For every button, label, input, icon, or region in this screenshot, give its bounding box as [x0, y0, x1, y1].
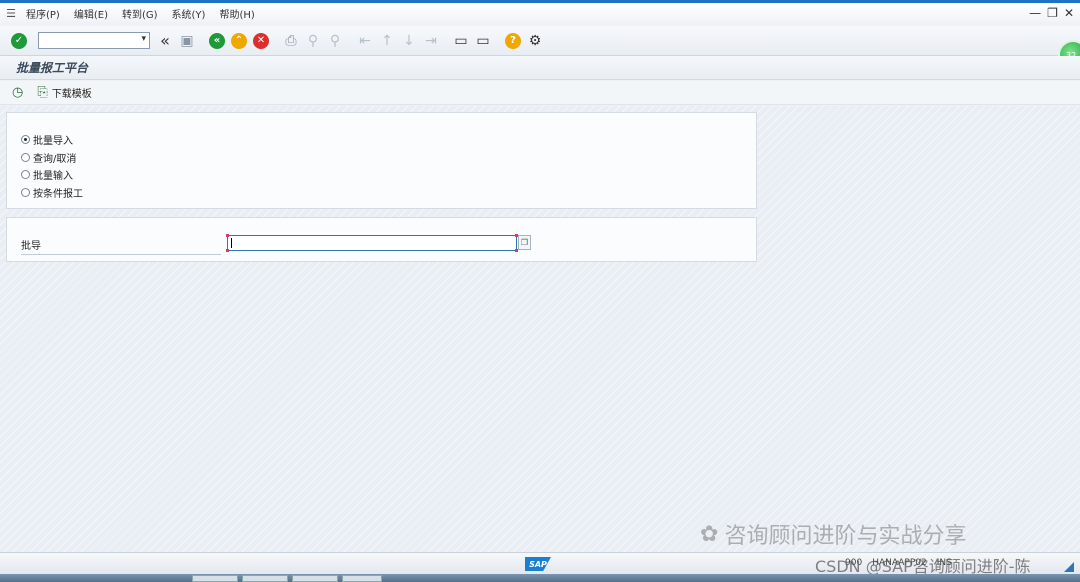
- menu-program[interactable]: 程序(P): [26, 6, 60, 21]
- menu-bar: ☰ 程序(P) 编辑(E) 转到(G) 系统(Y) 帮助(H) — ❐ ✕: [0, 0, 1080, 24]
- radio-label: 批量输入: [33, 171, 73, 183]
- title-bar: 批量报工平台: [0, 56, 1080, 80]
- radio-label: 按条件报工: [33, 188, 83, 200]
- customize-layout-icon: ⚙: [528, 32, 542, 49]
- radio-batch-input[interactable]: 批量输入: [21, 166, 756, 184]
- watermark: ✿ 咨询顾问进阶与实战分享: [700, 518, 966, 550]
- find-next-icon: ⚲: [329, 32, 341, 49]
- save-button[interactable]: ▣: [178, 32, 196, 50]
- cancel-icon: ✕: [253, 32, 269, 49]
- page-title: 批量报工平台: [16, 61, 89, 75]
- work-area: 批量导入 查询/取消 批量输入 按条件报工 批导 ❐: [0, 106, 1080, 552]
- help-icon: ?: [505, 32, 521, 49]
- standard-toolbar: ✓ ▾ « ▣ « ⌃ ✕ ⎙ ⚲ ⚲ ⇤ ↑ ↓ ⇥ ▭ ▭ ? ⚙: [0, 26, 1080, 56]
- exit-button[interactable]: ⌃: [230, 32, 248, 50]
- options-panel: 批量导入 查询/取消 批量输入 按条件报工: [6, 112, 757, 209]
- radio-icon[interactable]: [21, 170, 30, 180]
- shortcut-icon: ▭: [476, 32, 490, 49]
- window-controls: — ❐ ✕: [1029, 6, 1074, 20]
- taskbar-item[interactable]: [292, 575, 338, 582]
- system-menu-icon[interactable]: ☰: [0, 7, 22, 20]
- export-icon: ⎘: [37, 85, 48, 100]
- next-page-icon: ↓: [403, 32, 415, 49]
- last-page-button[interactable]: ⇥: [422, 32, 440, 50]
- find-button[interactable]: ⚲: [304, 32, 322, 50]
- find-next-button[interactable]: ⚲: [326, 32, 344, 50]
- back-button[interactable]: «: [208, 32, 226, 50]
- menu-goto[interactable]: 转到(G): [122, 6, 158, 21]
- save-icon: ▣: [180, 32, 194, 49]
- download-template-label: 下载模板: [51, 89, 92, 100]
- taskbar-item[interactable]: [242, 575, 288, 582]
- taskbar-item[interactable]: [192, 575, 238, 582]
- execute-button[interactable]: ◷: [12, 85, 27, 100]
- radio-icon[interactable]: [21, 187, 30, 197]
- batch-file-input[interactable]: [227, 235, 517, 251]
- chevron-down-icon[interactable]: ▾: [141, 34, 146, 44]
- radio-batch-import[interactable]: 批量导入: [21, 131, 756, 149]
- cancel-button[interactable]: ✕: [252, 32, 270, 50]
- menu-help[interactable]: 帮助(H): [219, 6, 254, 21]
- radio-report-by-condition[interactable]: 按条件报工: [21, 184, 756, 202]
- radio-icon[interactable]: [21, 135, 30, 145]
- radio-query-cancel[interactable]: 查询/取消: [21, 149, 756, 167]
- application-toolbar: ◷ ⎘ 下载模板: [0, 81, 1080, 105]
- text-cursor: [231, 238, 232, 248]
- restore-icon[interactable]: ❐: [1047, 6, 1058, 20]
- execute-clock-icon: ◷: [12, 85, 24, 100]
- radio-label: 查询/取消: [33, 153, 77, 165]
- os-taskbar: [0, 574, 1080, 582]
- close-icon[interactable]: ✕: [1064, 6, 1074, 20]
- create-session-button[interactable]: ▭: [452, 32, 470, 50]
- find-icon: ⚲: [307, 32, 319, 49]
- radio-icon[interactable]: [21, 152, 30, 162]
- taskbar-item[interactable]: [342, 575, 382, 582]
- watermark-text: 咨询顾问进阶与实战分享: [724, 524, 967, 549]
- prev-page-icon: ↑: [381, 32, 393, 49]
- enter-icon: ✓: [11, 32, 27, 49]
- first-page-button[interactable]: ⇤: [356, 32, 374, 50]
- value-help-icon: ❐: [520, 238, 529, 247]
- radio-label: 批量导入: [33, 136, 73, 148]
- help-button[interactable]: ?: [504, 32, 522, 50]
- shortcut-button[interactable]: ▭: [474, 32, 492, 50]
- value-help-button[interactable]: ❐: [518, 235, 531, 250]
- collapse-command-button[interactable]: «: [156, 31, 174, 50]
- last-page-icon: ⇥: [425, 32, 437, 49]
- focus-corner: [226, 234, 229, 237]
- exit-icon: ⌃: [231, 32, 247, 49]
- minimize-icon[interactable]: —: [1029, 6, 1041, 20]
- menu-edit[interactable]: 编辑(E): [74, 6, 108, 21]
- status-toggle-icon[interactable]: [1064, 562, 1074, 572]
- command-field[interactable]: ▾: [38, 32, 150, 49]
- first-page-icon: ⇤: [359, 32, 371, 49]
- focus-corner: [226, 249, 229, 252]
- customize-layout-button[interactable]: ⚙: [526, 32, 544, 50]
- enter-button[interactable]: ✓: [10, 32, 28, 50]
- back-icon: «: [209, 32, 225, 49]
- wechat-icon: ✿: [700, 521, 719, 547]
- next-page-button[interactable]: ↓: [400, 32, 418, 50]
- menu-system[interactable]: 系统(Y): [172, 6, 206, 21]
- back-double-icon: «: [160, 31, 170, 50]
- batch-field-label: 批导: [21, 237, 221, 255]
- prev-page-button[interactable]: ↑: [378, 32, 396, 50]
- create-session-icon: ▭: [454, 32, 468, 49]
- print-icon: ⎙: [285, 32, 297, 49]
- sap-logo: SAP: [525, 557, 551, 571]
- batch-field-panel: 批导 ❐: [6, 217, 757, 262]
- print-button[interactable]: ⎙: [282, 32, 300, 50]
- download-template-button[interactable]: ⎘ 下载模板: [37, 85, 91, 100]
